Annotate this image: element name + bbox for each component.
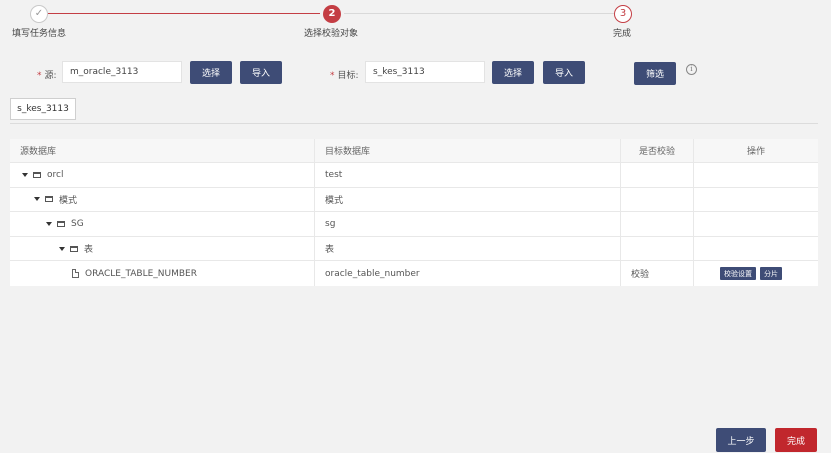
info-icon[interactable]: i (686, 64, 697, 75)
expand-caret-icon[interactable] (59, 246, 65, 251)
finish-button[interactable]: 完成 (775, 428, 817, 452)
step-connector-todo (344, 13, 614, 14)
target-input[interactable] (365, 61, 485, 83)
tree-leaf-oracle-table-number[interactable]: ORACLE_TABLE_NUMBER (10, 261, 315, 286)
target-label: * 目标: (330, 68, 359, 81)
target-label-text: 目标: (337, 71, 359, 81)
tree-node-schema[interactable]: 模式 (10, 187, 315, 212)
actions-cell (694, 212, 818, 236)
tab-divider (10, 123, 818, 124)
source-name: orcl (47, 169, 64, 180)
step-3-indicator: 3 (614, 5, 632, 23)
source-select-button[interactable]: 选择 (190, 61, 232, 84)
step-1-check-icon: ✓ (30, 5, 48, 23)
folder-icon (70, 245, 78, 252)
progress-stepper: ✓ 填写任务信息 2 选择校验对象 3 完成 (0, 0, 831, 40)
header-target-db: 目标数据库 (315, 139, 621, 162)
step-3-label: 完成 (613, 29, 632, 39)
table-row: orcl test (10, 163, 818, 188)
folder-icon (33, 171, 41, 178)
file-icon (72, 269, 79, 279)
folder-icon (57, 220, 65, 227)
check-cell (621, 187, 694, 212)
expand-caret-icon[interactable] (34, 197, 40, 202)
check-cell (621, 236, 694, 261)
actions-cell (694, 237, 818, 261)
required-mark: * (37, 71, 42, 81)
expand-caret-icon[interactable] (22, 172, 28, 177)
step-2-indicator: 2 (323, 5, 341, 23)
shard-button[interactable]: 分片 (760, 267, 782, 281)
source-name: 模式 (59, 195, 78, 206)
folder-icon (45, 196, 53, 203)
step-connector-done (48, 13, 320, 14)
filter-button[interactable]: 筛选 (634, 62, 676, 85)
source-label: * 源: (37, 68, 57, 81)
table-row: ORACLE_TABLE_NUMBER oracle_table_number … (10, 261, 818, 286)
actions-cell (694, 188, 818, 212)
target-name: test (315, 163, 621, 187)
target-select-button[interactable]: 选择 (492, 61, 534, 84)
tree-node-sg[interactable]: SG (10, 212, 315, 236)
header-source-db: 源数据库 (10, 139, 315, 162)
tab-s-kes-3113[interactable]: s_kes_3113 (10, 98, 76, 120)
check-cell: 校验 (621, 261, 694, 286)
target-name: oracle_table_number (315, 261, 621, 286)
check-cell (621, 212, 694, 236)
header-check: 是否校验 (621, 139, 694, 162)
expand-caret-icon[interactable] (46, 221, 52, 226)
source-name: ORACLE_TABLE_NUMBER (85, 268, 197, 279)
target-name: 模式 (315, 187, 621, 212)
target-name: 表 (315, 236, 621, 261)
check-cell (621, 163, 694, 187)
source-import-button[interactable]: 导入 (240, 61, 282, 84)
source-label-text: 源: (44, 71, 57, 81)
source-input[interactable] (62, 61, 182, 83)
target-name: sg (315, 212, 621, 236)
actions-cell (694, 163, 818, 187)
required-mark: * (330, 71, 335, 81)
table-row: 模式 模式 (10, 187, 818, 213)
prev-step-button[interactable]: 上一步 (716, 428, 766, 452)
table-row: SG sg (10, 212, 818, 237)
table-row: 表 表 (10, 236, 818, 262)
step-2-label: 选择校验对象 (304, 29, 359, 39)
header-actions: 操作 (746, 147, 765, 157)
source-name: 表 (84, 245, 94, 256)
table-header-row: 源数据库 目标数据库 是否校验 操作 (10, 139, 818, 163)
check-settings-button[interactable]: 校验设置 (720, 267, 756, 281)
mapping-table: 源数据库 目标数据库 是否校验 操作 orcl test 模式 模式 SG sg (10, 139, 818, 286)
source-name: SG (71, 218, 84, 229)
tree-node-table[interactable]: 表 (10, 236, 315, 261)
actions-cell: 校验设置 分片 (694, 261, 818, 286)
step-1-label: 填写任务信息 (12, 29, 67, 39)
target-import-button[interactable]: 导入 (543, 61, 585, 84)
tree-node-orcl[interactable]: orcl (10, 163, 315, 187)
